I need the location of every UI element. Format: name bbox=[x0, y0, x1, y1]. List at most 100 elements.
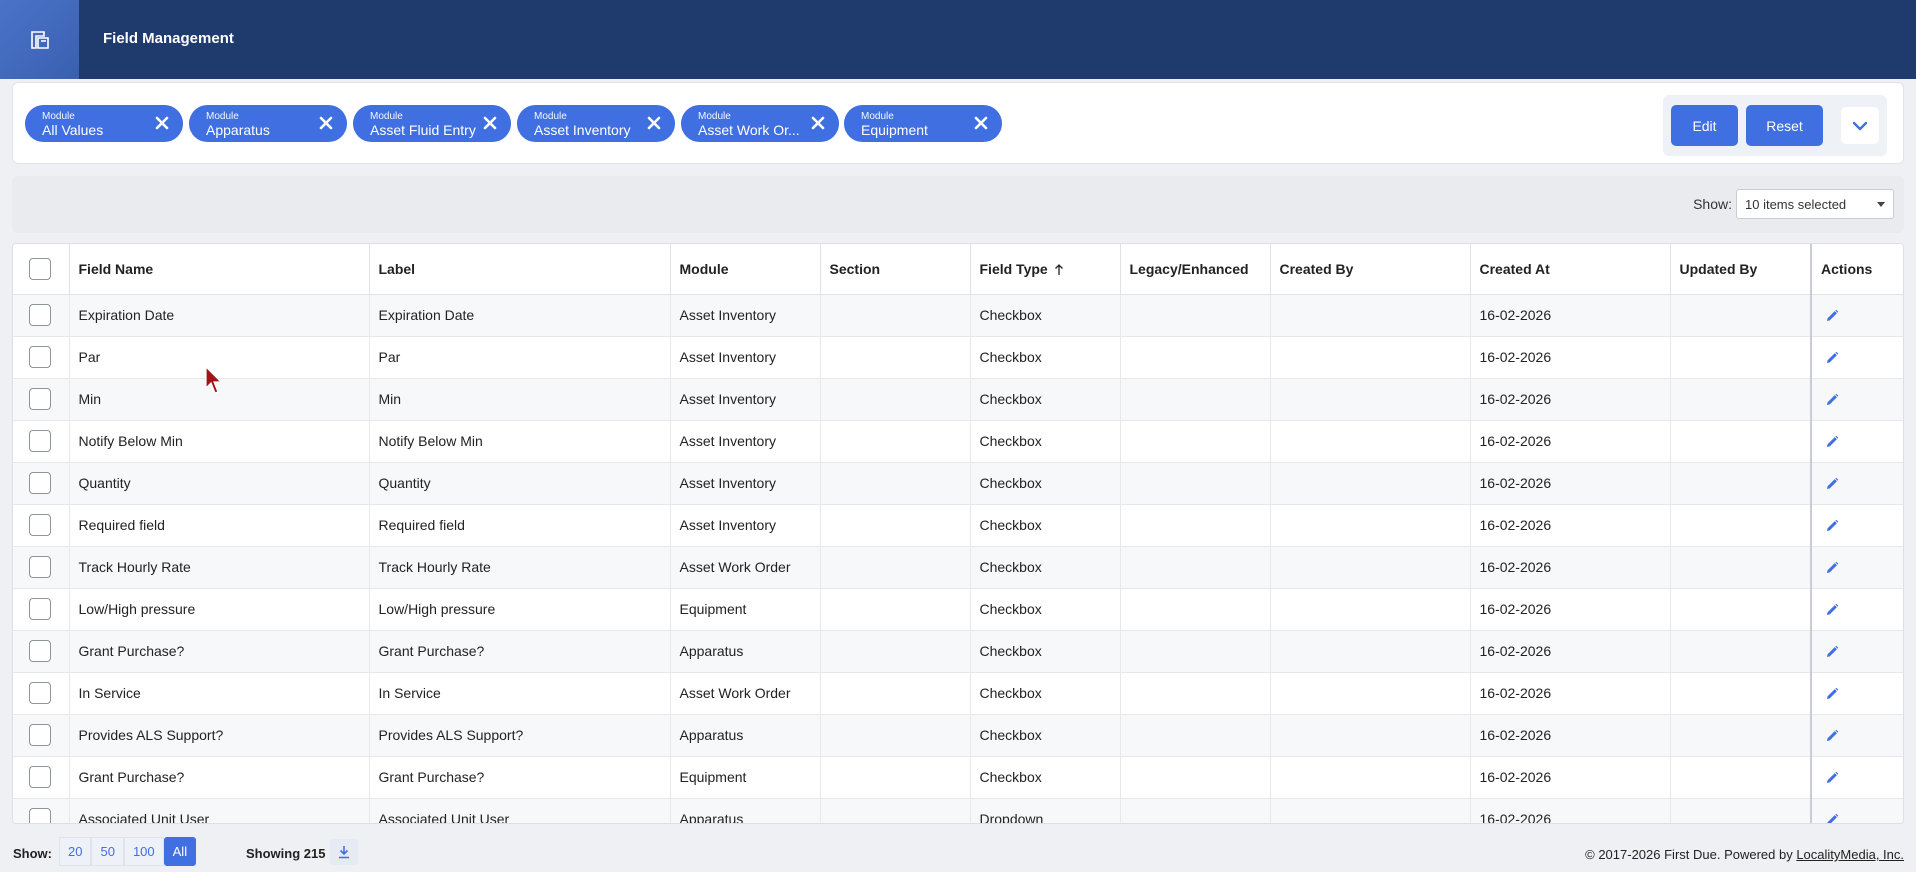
columns-select[interactable]: 10 items selected bbox=[1736, 189, 1894, 219]
remove-filter-icon[interactable] bbox=[645, 114, 663, 132]
table-row[interactable]: Track Hourly Rate Track Hourly Rate Asset … bbox=[13, 546, 1903, 589]
table-row[interactable]: Low/High pressure Low/High pressure Equipm… bbox=[13, 588, 1903, 631]
table-row[interactable]: Quantity Quantity Asset Inventory Checkbox 1… bbox=[13, 462, 1903, 505]
edit-pencil-icon[interactable] bbox=[1825, 645, 1839, 659]
edit-pencil-icon[interactable] bbox=[1825, 393, 1839, 407]
row-checkbox[interactable] bbox=[29, 346, 51, 368]
row-checkbox[interactable] bbox=[29, 724, 51, 746]
filter-chip[interactable]: Module Asset Fluid Entry bbox=[353, 105, 511, 142]
remove-filter-icon[interactable] bbox=[317, 114, 335, 132]
download-button[interactable] bbox=[330, 839, 358, 865]
cell-field-name: Grant Purchase? bbox=[69, 756, 370, 799]
column-header-created-at[interactable]: Created At bbox=[1470, 244, 1671, 295]
cell-legacy bbox=[1120, 462, 1271, 505]
filter-chip-key: Module bbox=[206, 111, 239, 122]
column-header-module[interactable]: Module bbox=[670, 244, 821, 295]
edit-button[interactable]: Edit bbox=[1671, 105, 1738, 146]
cell-created-at: 16-02-2026 bbox=[1470, 630, 1671, 673]
caret-down-icon bbox=[1877, 202, 1885, 207]
column-header-field-type[interactable]: Field Type bbox=[970, 244, 1121, 295]
table-row[interactable]: Required field Required field Asset Invent… bbox=[13, 504, 1903, 547]
cell-field-type: Dropdown bbox=[970, 798, 1121, 823]
page-title: Field Management bbox=[103, 30, 234, 47]
table-row[interactable]: Associated Unit User Associated Unit User… bbox=[13, 798, 1903, 824]
row-checkbox[interactable] bbox=[29, 388, 51, 410]
collapse-toggle-button[interactable] bbox=[1841, 107, 1879, 144]
table-row[interactable]: Min Min Asset Inventory Checkbox 16-02-2026 bbox=[13, 378, 1903, 421]
edit-pencil-icon[interactable] bbox=[1825, 729, 1839, 743]
sort-ascending-icon bbox=[1054, 264, 1063, 276]
row-checkbox[interactable] bbox=[29, 514, 51, 536]
row-checkbox[interactable] bbox=[29, 682, 51, 704]
page-size-label: Show: bbox=[13, 846, 52, 861]
filter-chip[interactable]: Module Equipment bbox=[844, 105, 1002, 142]
edit-pencil-icon[interactable] bbox=[1825, 309, 1839, 323]
cell-legacy bbox=[1120, 336, 1271, 379]
cell-created-at: 16-02-2026 bbox=[1470, 378, 1671, 421]
table-row[interactable]: Grant Purchase? Grant Purchase? Equipment C… bbox=[13, 756, 1903, 799]
column-header-created-by[interactable]: Created By bbox=[1270, 244, 1471, 295]
cell-label: Track Hourly Rate bbox=[369, 546, 671, 589]
cell-created-by bbox=[1270, 672, 1471, 715]
select-all-checkbox[interactable] bbox=[29, 257, 51, 280]
edit-pencil-icon[interactable] bbox=[1825, 813, 1839, 824]
column-header-updated-by[interactable]: Updated By bbox=[1670, 244, 1812, 295]
edit-pencil-icon[interactable] bbox=[1825, 435, 1839, 449]
row-checkbox[interactable] bbox=[29, 472, 51, 494]
page-size-option[interactable]: 50 bbox=[91, 837, 124, 866]
filter-chip[interactable]: Module Asset Inventory bbox=[517, 105, 675, 142]
filter-chip[interactable]: Module Apparatus bbox=[189, 105, 347, 142]
column-header-section[interactable]: Section bbox=[820, 244, 971, 295]
filter-chip-key: Module bbox=[534, 111, 567, 122]
cell-field-type: Checkbox bbox=[970, 504, 1121, 547]
cell-legacy bbox=[1120, 546, 1271, 589]
row-actions-cell bbox=[1810, 546, 1903, 589]
column-header-label[interactable]: Label bbox=[369, 244, 671, 295]
table-row[interactable]: Provides ALS Support? Provides ALS Suppor… bbox=[13, 714, 1903, 757]
cell-module: Equipment bbox=[670, 756, 821, 799]
edit-pencil-icon[interactable] bbox=[1825, 477, 1839, 491]
row-checkbox[interactable] bbox=[29, 640, 51, 662]
select-all-cell bbox=[13, 244, 70, 295]
edit-pencil-icon[interactable] bbox=[1825, 351, 1839, 365]
cell-created-by bbox=[1270, 630, 1471, 673]
row-checkbox[interactable] bbox=[29, 598, 51, 620]
cell-created-by bbox=[1270, 294, 1471, 337]
column-header-field-name[interactable]: Field Name bbox=[69, 244, 370, 295]
table-row[interactable]: Grant Purchase? Grant Purchase? Apparatus C… bbox=[13, 630, 1903, 673]
edit-pencil-icon[interactable] bbox=[1825, 603, 1839, 617]
remove-filter-icon[interactable] bbox=[809, 114, 827, 132]
filter-chip[interactable]: Module Asset Work Or... bbox=[681, 105, 839, 142]
cell-field-type: Checkbox bbox=[970, 336, 1121, 379]
remove-filter-icon[interactable] bbox=[972, 114, 990, 132]
column-header-legacy-enhanced[interactable]: Legacy/Enhanced bbox=[1120, 244, 1271, 295]
row-checkbox[interactable] bbox=[29, 304, 51, 326]
remove-filter-icon[interactable] bbox=[153, 114, 171, 132]
table-row[interactable]: Notify Below Min Notify Below Min Asset In… bbox=[13, 420, 1903, 463]
remove-filter-icon[interactable] bbox=[481, 114, 499, 132]
edit-pencil-icon[interactable] bbox=[1825, 771, 1839, 785]
edit-pencil-icon[interactable] bbox=[1825, 687, 1839, 701]
row-checkbox[interactable] bbox=[29, 430, 51, 452]
row-checkbox[interactable] bbox=[29, 766, 51, 788]
page-size-option[interactable]: 100 bbox=[123, 837, 164, 866]
page-size-option[interactable]: All bbox=[163, 837, 197, 866]
reset-button[interactable]: Reset bbox=[1746, 105, 1823, 146]
app-logo-icon[interactable] bbox=[0, 0, 79, 79]
edit-pencil-icon[interactable] bbox=[1825, 561, 1839, 575]
cell-section bbox=[820, 714, 971, 757]
field-type-header-label: Field Type bbox=[979, 260, 1048, 277]
table-row[interactable]: In Service In Service Asset Work Order Chec… bbox=[13, 672, 1903, 715]
cell-created-by bbox=[1270, 378, 1471, 421]
table-row[interactable]: Expiration Date Expiration Date Asset Inve… bbox=[13, 294, 1903, 337]
edit-pencil-icon[interactable] bbox=[1825, 519, 1839, 533]
page-size-option[interactable]: 20 bbox=[59, 837, 92, 866]
row-checkbox[interactable] bbox=[29, 808, 51, 823]
row-actions-cell bbox=[1810, 336, 1903, 379]
row-checkbox[interactable] bbox=[29, 556, 51, 578]
table-row[interactable]: Par Par Asset Inventory Checkbox 16-02-2026 bbox=[13, 336, 1903, 379]
row-select-cell bbox=[13, 798, 70, 823]
powered-by-link[interactable]: LocalityMedia, Inc. bbox=[1796, 847, 1904, 862]
cell-legacy bbox=[1120, 504, 1271, 547]
filter-chip[interactable]: Module All Values bbox=[25, 105, 183, 142]
